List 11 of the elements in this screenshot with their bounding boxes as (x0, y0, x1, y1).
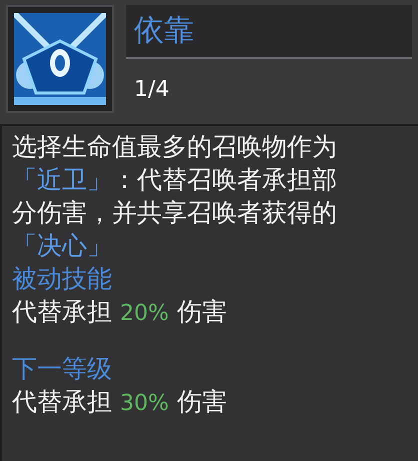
description-line: 「决心」 (12, 230, 112, 262)
description-line: 选择生命值最多的召唤物作为 (12, 131, 337, 163)
skill-name: 依靠 (134, 16, 194, 46)
description-line: 分伤害，并共享召唤者获得的 (12, 197, 337, 229)
emblem-icon (14, 13, 106, 105)
skill-level: 1/4 (134, 76, 170, 104)
effect-line: 代替承担 30% 伤害 (12, 386, 227, 418)
section-heading: 被动技能 (12, 263, 112, 295)
section-heading: 下一等级 (12, 353, 112, 385)
description-line: 「近卫」：代替召唤者承担部 (12, 164, 337, 196)
effect-line: 代替承担 20% 伤害 (12, 296, 227, 328)
